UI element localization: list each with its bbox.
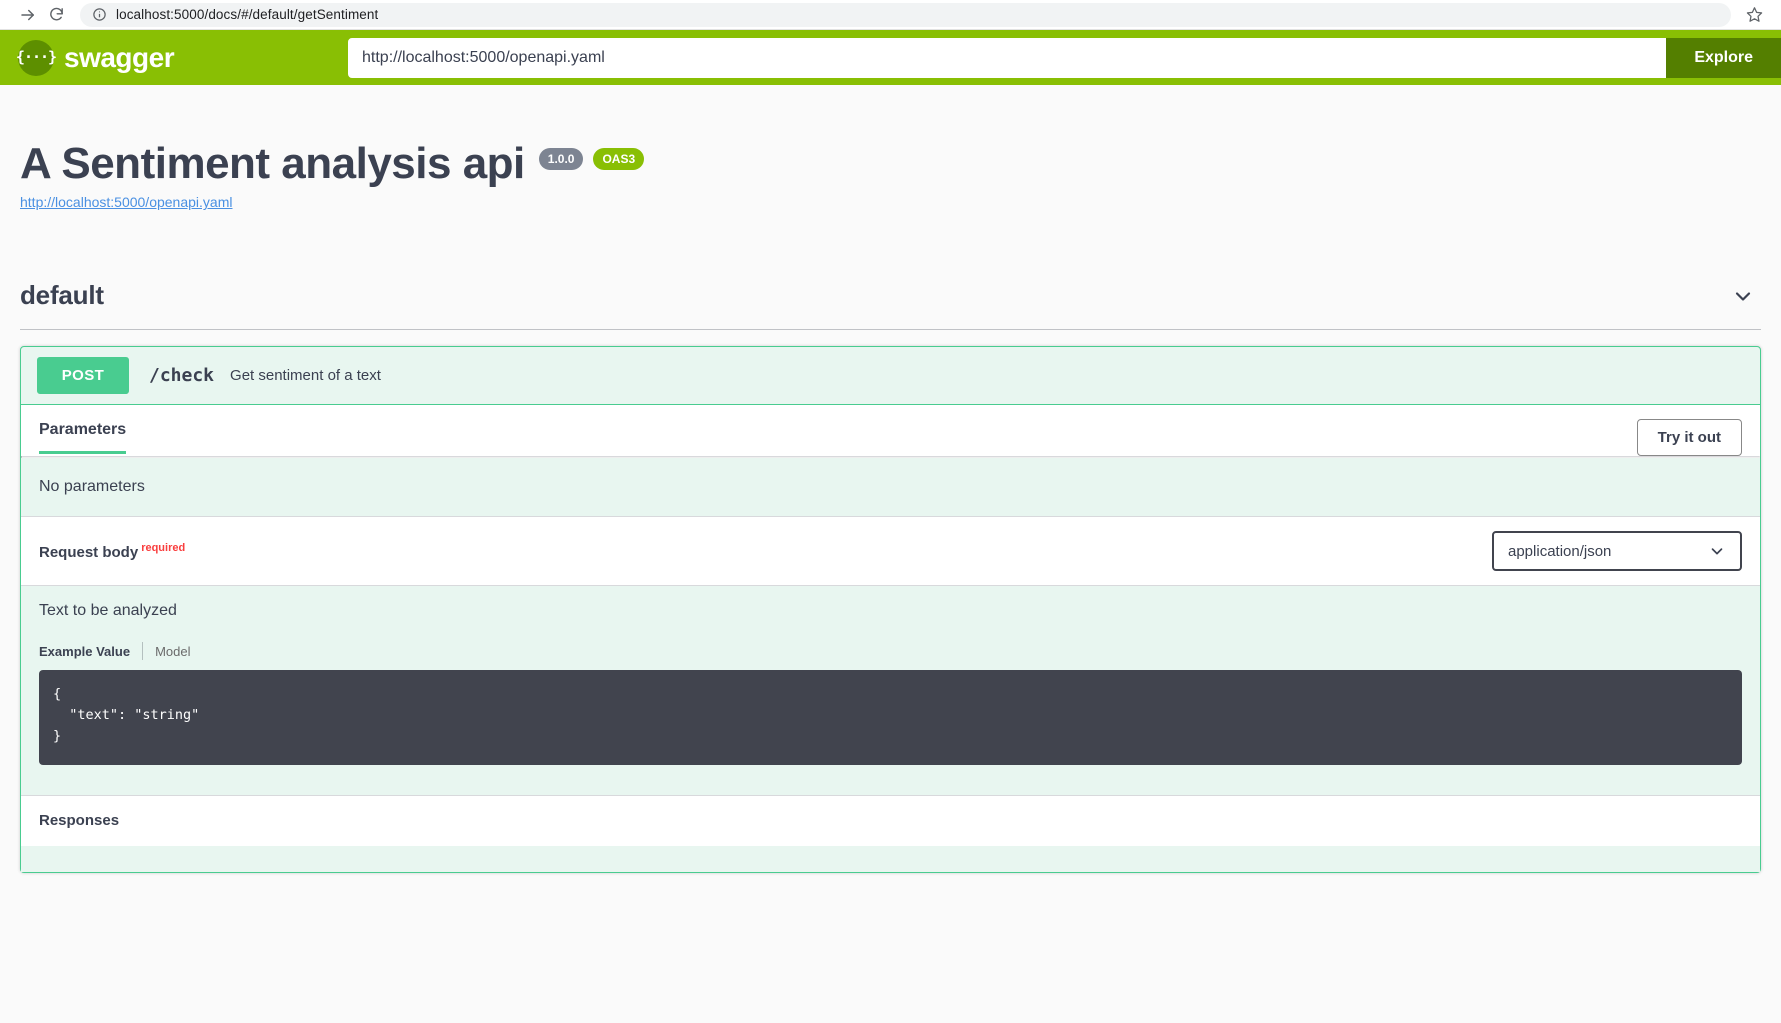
site-info-icon[interactable] [92,7,107,22]
swagger-braces-icon: {···} [16,39,57,76]
parameters-header: Parameters Try it out [21,405,1760,457]
example-value-code-block[interactable]: { "text": "string" } [39,670,1742,766]
spec-url-input[interactable] [348,37,1667,78]
chevron-down-icon[interactable] [1731,284,1761,308]
spec-url-link[interactable]: http://localhost:5000/openapi.yaml [20,194,232,210]
request-body-label: Request body required [39,542,185,561]
request-body-description: Text to be analyzed [39,602,177,620]
tab-parameters[interactable]: Parameters [39,421,127,455]
opblock-body: Parameters Try it out No parameters Requ… [21,405,1760,873]
tab-model[interactable]: Model [155,644,190,659]
page-title: A Sentiment analysis api [20,139,525,188]
try-it-out-button[interactable]: Try it out [1636,419,1742,457]
responses-header: Responses [21,795,1760,847]
oas-version-badge: OAS3 [593,148,645,170]
bookmark-star-icon[interactable] [1741,2,1767,28]
api-title-row: A Sentiment analysis api 1.0.0 OAS3 [20,139,1740,188]
tab-example-value[interactable]: Example Value [39,644,130,659]
swagger-logo[interactable]: {···} swagger [0,39,348,76]
operation-summary: Get sentiment of a text [230,367,381,385]
responses-label: Responses [39,812,120,830]
http-method-badge: POST [37,357,129,395]
tag-section-default: default [0,270,1781,331]
api-info: A Sentiment analysis api 1.0.0 OAS3 http… [0,85,1760,212]
responses-body [21,846,1760,873]
swagger-wordmark: swagger [64,41,175,73]
request-body-header: Request body required application/json [21,516,1760,587]
content-type-value: application/json [1508,542,1612,560]
tab-divider [142,642,144,661]
operation-path: /check [149,365,215,387]
no-parameters-message: No parameters [21,458,1760,517]
opblock-summary[interactable]: POST /check Get sentiment of a text [21,347,1760,406]
reload-icon[interactable] [42,1,70,29]
address-bar[interactable]: localhost:5000/docs/#/default/getSentime… [80,2,1731,27]
request-body-content: Text to be analyzed Example Value Model … [21,586,1760,796]
spec-url-form: Explore [348,37,1781,78]
tag-name: default [20,280,104,311]
content-type-select[interactable]: application/json [1492,531,1742,572]
version-badge: 1.0.0 [538,148,584,170]
request-body-title: Request body [39,543,139,561]
chevron-down-icon [1708,542,1726,560]
example-tabs: Example Value Model [39,642,1742,661]
explore-button[interactable]: Explore [1666,37,1781,78]
swagger-topbar: {···} swagger Explore [0,30,1781,85]
address-bar-url: localhost:5000/docs/#/default/getSentime… [116,7,379,22]
tag-header[interactable]: default [20,270,1761,331]
required-indicator: required [141,541,186,554]
forward-arrow-icon[interactable] [14,1,42,29]
example-value-json: { "text": "string" } [53,686,200,745]
browser-toolbar: localhost:5000/docs/#/default/getSentime… [0,0,1781,30]
opblock-post-check: POST /check Get sentiment of a text Para… [20,346,1761,874]
